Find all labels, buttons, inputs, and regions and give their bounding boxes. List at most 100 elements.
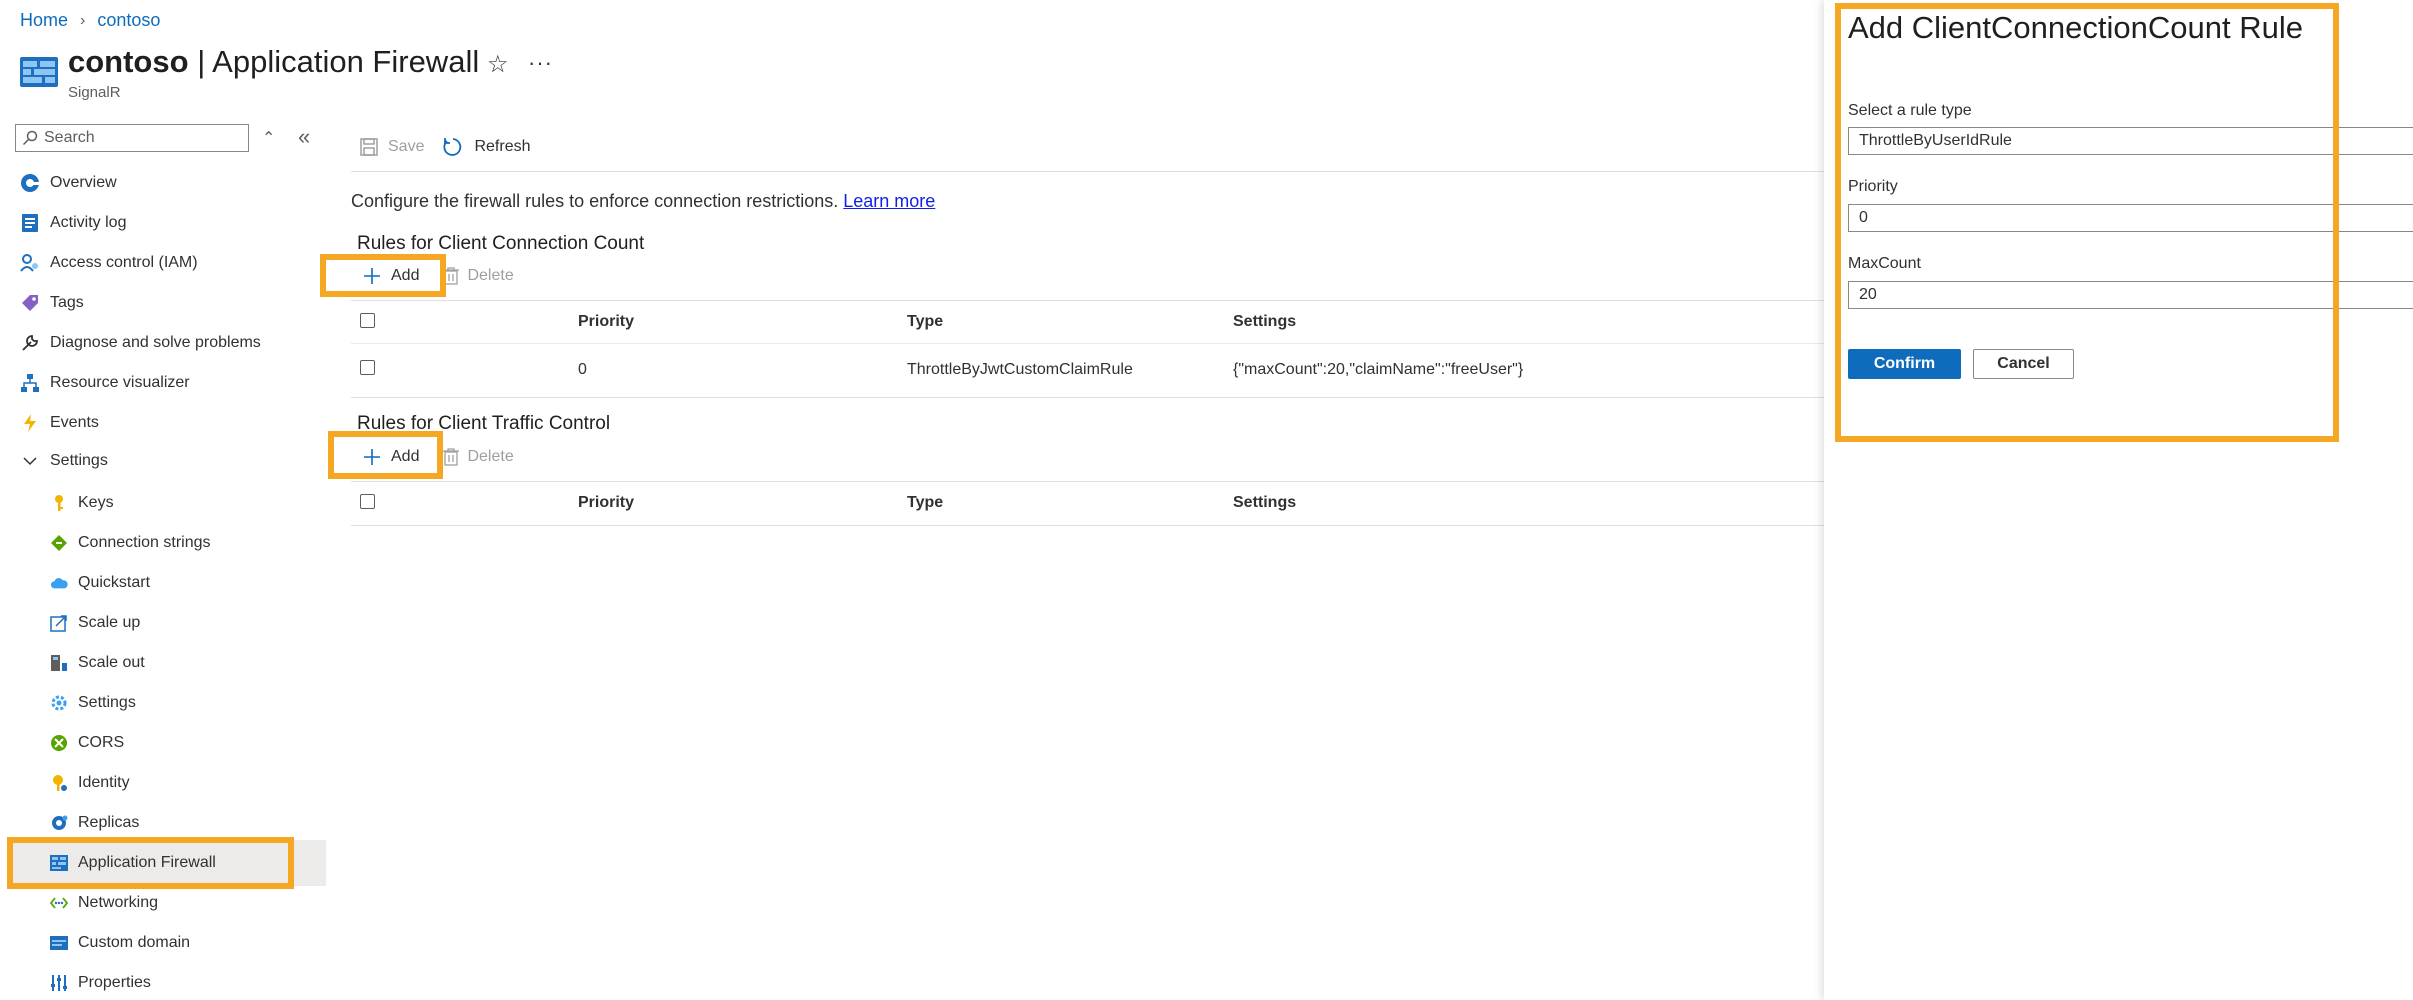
sort-icon[interactable]: ⌃ [262,128,275,148]
breadcrumb: Home › contoso [20,10,160,31]
sidebar-item-custom-domain[interactable]: Custom domain [50,923,190,963]
sidebar-item-label: Overview [50,174,117,191]
refresh-button[interactable]: Refresh [442,136,531,158]
column-header-settings[interactable]: Settings [1233,494,1296,512]
refresh-icon [443,138,462,156]
row-divider [351,525,1824,526]
sidebar-item-scale-out[interactable]: Scale out [50,643,145,683]
lightning-icon [20,413,40,433]
chevron-down-icon [20,451,40,471]
chevron-right-icon: › [80,11,86,29]
sidebar-item-events[interactable]: Events [20,403,99,443]
search-input[interactable] [44,129,244,147]
page-title: contoso | Application Firewall [68,44,479,80]
sidebar-item-cors[interactable]: CORS [50,723,124,763]
sidebar-item-quickstart[interactable]: Quickstart [50,563,150,603]
delete-connection-rule-button[interactable]: Delete [443,267,514,285]
sidebar-item-label: Events [50,414,99,431]
sidebar-group-settings[interactable]: Settings [20,441,108,481]
gear-icon [50,694,68,712]
resource-type-subtitle: SignalR [68,84,121,101]
sidebar-item-tags[interactable]: Tags [20,283,84,323]
highlight-box [320,254,446,297]
sidebar-item-label: Connection strings [78,534,211,551]
sidebar-item-label: Scale out [78,654,145,671]
replicas-icon [50,814,68,832]
select-all-checkbox[interactable] [360,494,375,509]
column-header-priority[interactable]: Priority [578,313,634,331]
row-checkbox[interactable] [360,360,375,375]
search-icon [22,130,38,146]
column-header-settings[interactable]: Settings [1233,313,1296,331]
scale-out-icon [50,654,68,672]
sidebar-item-connection-strings[interactable]: Connection strings [50,523,211,563]
sidebar-item-iam[interactable]: Access control (IAM) [20,243,198,283]
star-icon[interactable]: ☆ [487,50,509,79]
cell-type: ThrottleByJwtCustomClaimRule [907,361,1133,378]
description-text: Configure the firewall rules to enforce … [351,191,839,211]
key-icon [50,494,68,512]
sidebar-item-label: Scale up [78,614,141,631]
sidebar-item-label: Quickstart [78,574,151,591]
breadcrumb-contoso-link[interactable]: contoso [97,10,160,31]
sidebar-item-resource-visualizer[interactable]: Resource visualizer [20,363,190,403]
sidebar-item-settings[interactable]: Settings [50,683,136,723]
sidebar-item-label: Diagnose and solve problems [50,334,261,351]
identity-icon [50,774,68,792]
sidebar-item-label: Replicas [78,814,140,831]
save-icon [360,138,378,156]
sidebar-item-label: Resource visualizer [50,374,190,391]
resource-name: contoso [68,44,189,79]
column-header-type[interactable]: Type [907,313,943,331]
table-divider [351,300,1824,301]
sidebar-item-label: Settings [50,452,108,469]
refresh-label: Refresh [474,138,531,155]
row-divider [351,343,1824,344]
save-button[interactable]: Save [360,138,424,156]
breadcrumb-home-link[interactable]: Home [20,10,68,31]
sidebar-item-identity[interactable]: Identity [50,763,130,803]
sidebar-item-label: Properties [78,974,151,991]
save-label: Save [388,138,425,155]
cloud-icon [50,574,68,592]
sidebar-item-diagnose[interactable]: Diagnose and solve problems [20,323,261,363]
sidebar-search[interactable] [15,124,249,152]
custom-domain-icon [50,934,68,952]
networking-icon [50,894,68,912]
table-divider [351,481,1824,482]
sidebar-item-keys[interactable]: Keys [50,483,114,523]
sidebar-item-label: Keys [78,494,114,511]
row-divider [351,397,1824,398]
column-header-priority[interactable]: Priority [578,494,634,512]
cors-icon [50,734,68,752]
title-separator: | [197,44,206,79]
sidebar-item-overview[interactable]: Overview [20,163,117,203]
sidebar-item-scale-up[interactable]: Scale up [50,603,140,643]
collapse-sidebar-icon[interactable]: « [298,124,310,150]
cell-priority: 0 [578,361,587,378]
scale-up-icon [50,614,68,632]
sidebar-item-label: Networking [78,894,159,911]
firewall-resource-icon [20,57,58,87]
sidebar-item-label: Tags [50,294,84,311]
column-header-type[interactable]: Type [907,494,943,512]
command-bar: Save Refresh [360,136,531,158]
sidebar-item-properties[interactable]: Properties [50,963,151,1000]
sidebar-item-label: Activity log [50,214,127,231]
iam-icon [20,253,40,273]
more-icon[interactable]: ··· [528,50,553,76]
toolbar-divider [351,171,1824,172]
cell-settings: {"maxCount":20,"claimName":"freeUser"} [1233,361,1524,378]
highlight-box [328,431,443,479]
properties-icon [50,974,68,992]
sidebar-item-activity-log[interactable]: Activity log [20,203,126,243]
trash-icon [443,448,460,466]
delete-label: Delete [467,448,514,465]
sidebar-item-networking[interactable]: Networking [50,883,158,923]
resource-visualizer-icon [20,373,40,393]
tag-icon [20,293,40,313]
overview-icon [20,173,40,193]
learn-more-link[interactable]: Learn more [843,191,935,211]
delete-traffic-rule-button[interactable]: Delete [443,448,514,466]
select-all-checkbox[interactable] [360,313,375,328]
